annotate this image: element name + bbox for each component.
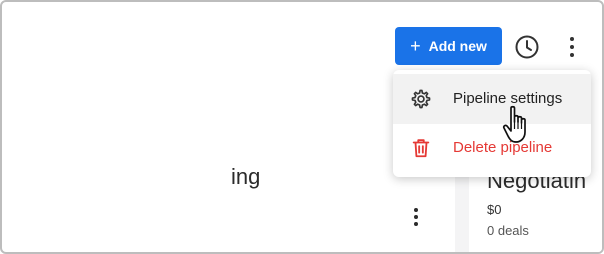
plus-icon: + [410, 36, 421, 56]
column-title: ing [231, 164, 261, 189]
dot [570, 53, 574, 57]
column-amount: $0 [487, 202, 502, 217]
gear-icon [411, 89, 431, 109]
menu-item-pipeline-settings[interactable]: Pipeline settings [393, 74, 591, 124]
hand-cursor-icon [502, 105, 526, 143]
dot [414, 215, 418, 219]
app-frame: ing Negotiatin $0 0 deals + Add new Pipe… [0, 0, 604, 254]
trash-icon [412, 139, 430, 158]
column-deal-count: 0 deals [487, 223, 529, 238]
pipeline-actions-menu: Pipeline settings Delete pipeline [393, 70, 591, 177]
add-new-button[interactable]: + Add new [395, 27, 502, 65]
dot [414, 208, 418, 212]
column-more-button[interactable] [409, 206, 423, 228]
dot [570, 37, 574, 41]
clock-icon[interactable] [514, 34, 540, 60]
more-vertical-icon[interactable] [565, 36, 579, 58]
add-new-label: Add new [428, 38, 487, 54]
dot [414, 222, 418, 226]
menu-item-delete-pipeline[interactable]: Delete pipeline [393, 123, 591, 173]
dot [570, 45, 574, 49]
